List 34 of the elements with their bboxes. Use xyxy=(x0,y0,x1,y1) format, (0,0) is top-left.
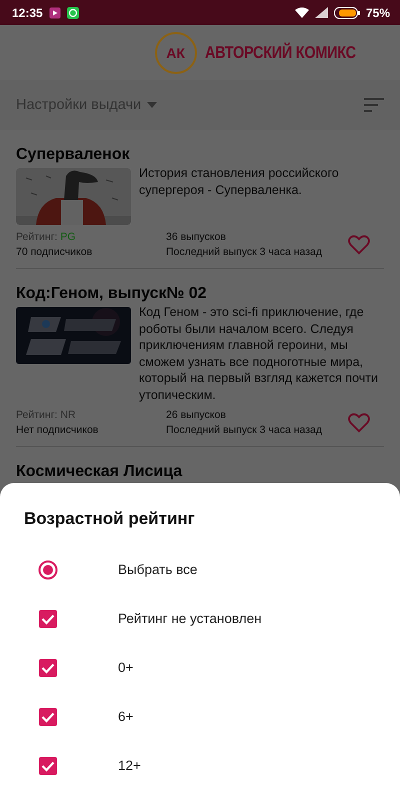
sheet-title: Возрастной рейтинг xyxy=(24,509,196,529)
checkbox[interactable] xyxy=(38,756,58,776)
comic-description: История становления российского супергероя - Суперваленка. xyxy=(139,165,340,198)
last-issue-time: Последний выпуск 3 часа назад xyxy=(166,423,324,438)
comic-description: Код Геном - это sci-fi приключение, где роботы были началом всего. Следуя приключениям главной героини, мы сможем узнать все подноготные мира, который на первый взгляд кажется почти утопическим. xyxy=(139,304,379,403)
comic-title[interactable]: Код:Геном, выпуск№ 02 xyxy=(16,285,384,302)
rating-text: Рейтинг: NR xyxy=(16,408,77,423)
video-app-icon xyxy=(48,6,61,18)
checkbox[interactable] xyxy=(38,658,58,678)
checkbox[interactable] xyxy=(38,706,58,726)
option-label: Выбрать все xyxy=(118,562,198,577)
logo-mark: АК xyxy=(154,32,197,74)
comic-title[interactable]: Суперваленок xyxy=(16,146,384,163)
issue-count: 36 выпусков xyxy=(166,230,227,245)
subscriber-count: Нет подписчиков xyxy=(16,423,100,438)
battery-percent: 75% xyxy=(366,6,390,20)
chat-app-icon xyxy=(66,6,79,18)
radio-button[interactable] xyxy=(38,560,58,580)
battery-icon xyxy=(334,6,360,18)
subscriber-count: 70 подписчиков xyxy=(16,245,94,260)
wifi-icon xyxy=(294,7,309,18)
clock: 12:35 xyxy=(12,6,43,20)
issue-count: 26 выпусков xyxy=(166,408,227,423)
comic-title[interactable]: Космическая Лисица xyxy=(16,463,384,480)
checkbox[interactable] xyxy=(38,608,58,628)
signal-icon xyxy=(314,7,328,18)
logo-text: АВТОРСКИЙ КОМИКС xyxy=(204,42,356,62)
option-label: 6+ xyxy=(118,709,134,724)
option-label: 0+ xyxy=(118,660,134,675)
option-label: 12+ xyxy=(118,758,141,773)
rating-text: Рейтинг: PG xyxy=(16,230,77,245)
caret-icon xyxy=(147,102,158,108)
option-label: Рейтинг не установлен xyxy=(118,611,262,626)
last-issue-time: Последний выпуск 3 часа назад xyxy=(166,245,324,260)
